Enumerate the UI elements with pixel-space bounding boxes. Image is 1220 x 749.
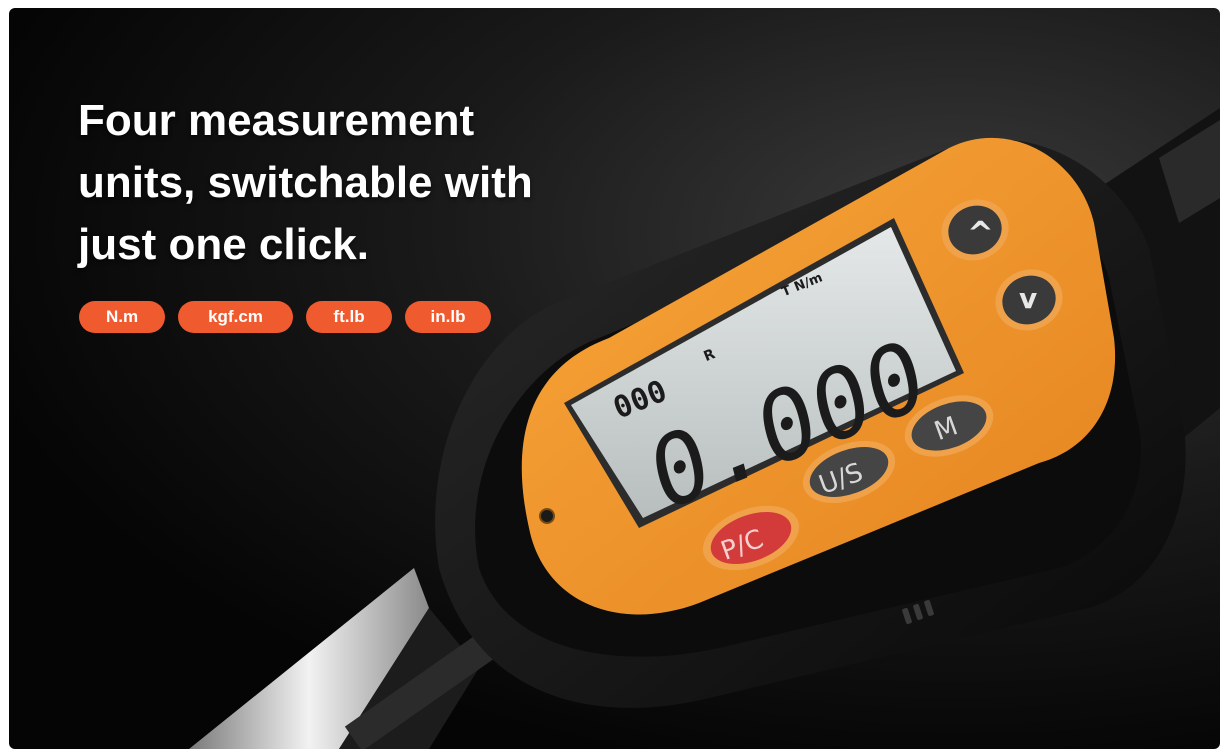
unit-pill-kgfcm: kgf.cm [178, 301, 293, 333]
unit-pill-nm: N.m [79, 301, 165, 333]
down-button-icon: v [1019, 282, 1037, 315]
unit-pill-inlb: in.lb [405, 301, 491, 333]
up-button-icon: ^ [967, 214, 994, 252]
unit-pill-ftlb: ft.lb [306, 301, 392, 333]
headline: Four measurement units, switchable with … [78, 90, 598, 276]
hero-banner: ^ v M U/S P/C 0.000 000 R T N/m Four mea… [9, 8, 1220, 749]
indicator-light [539, 508, 555, 524]
headline-line-2: units, switchable with [78, 158, 533, 207]
headline-line-3: just one click. [78, 220, 369, 269]
unit-list: N.m kgf.cm ft.lb in.lb [79, 301, 491, 333]
wrench-shaft [189, 568, 494, 749]
headline-line-1: Four measurement [78, 96, 475, 145]
